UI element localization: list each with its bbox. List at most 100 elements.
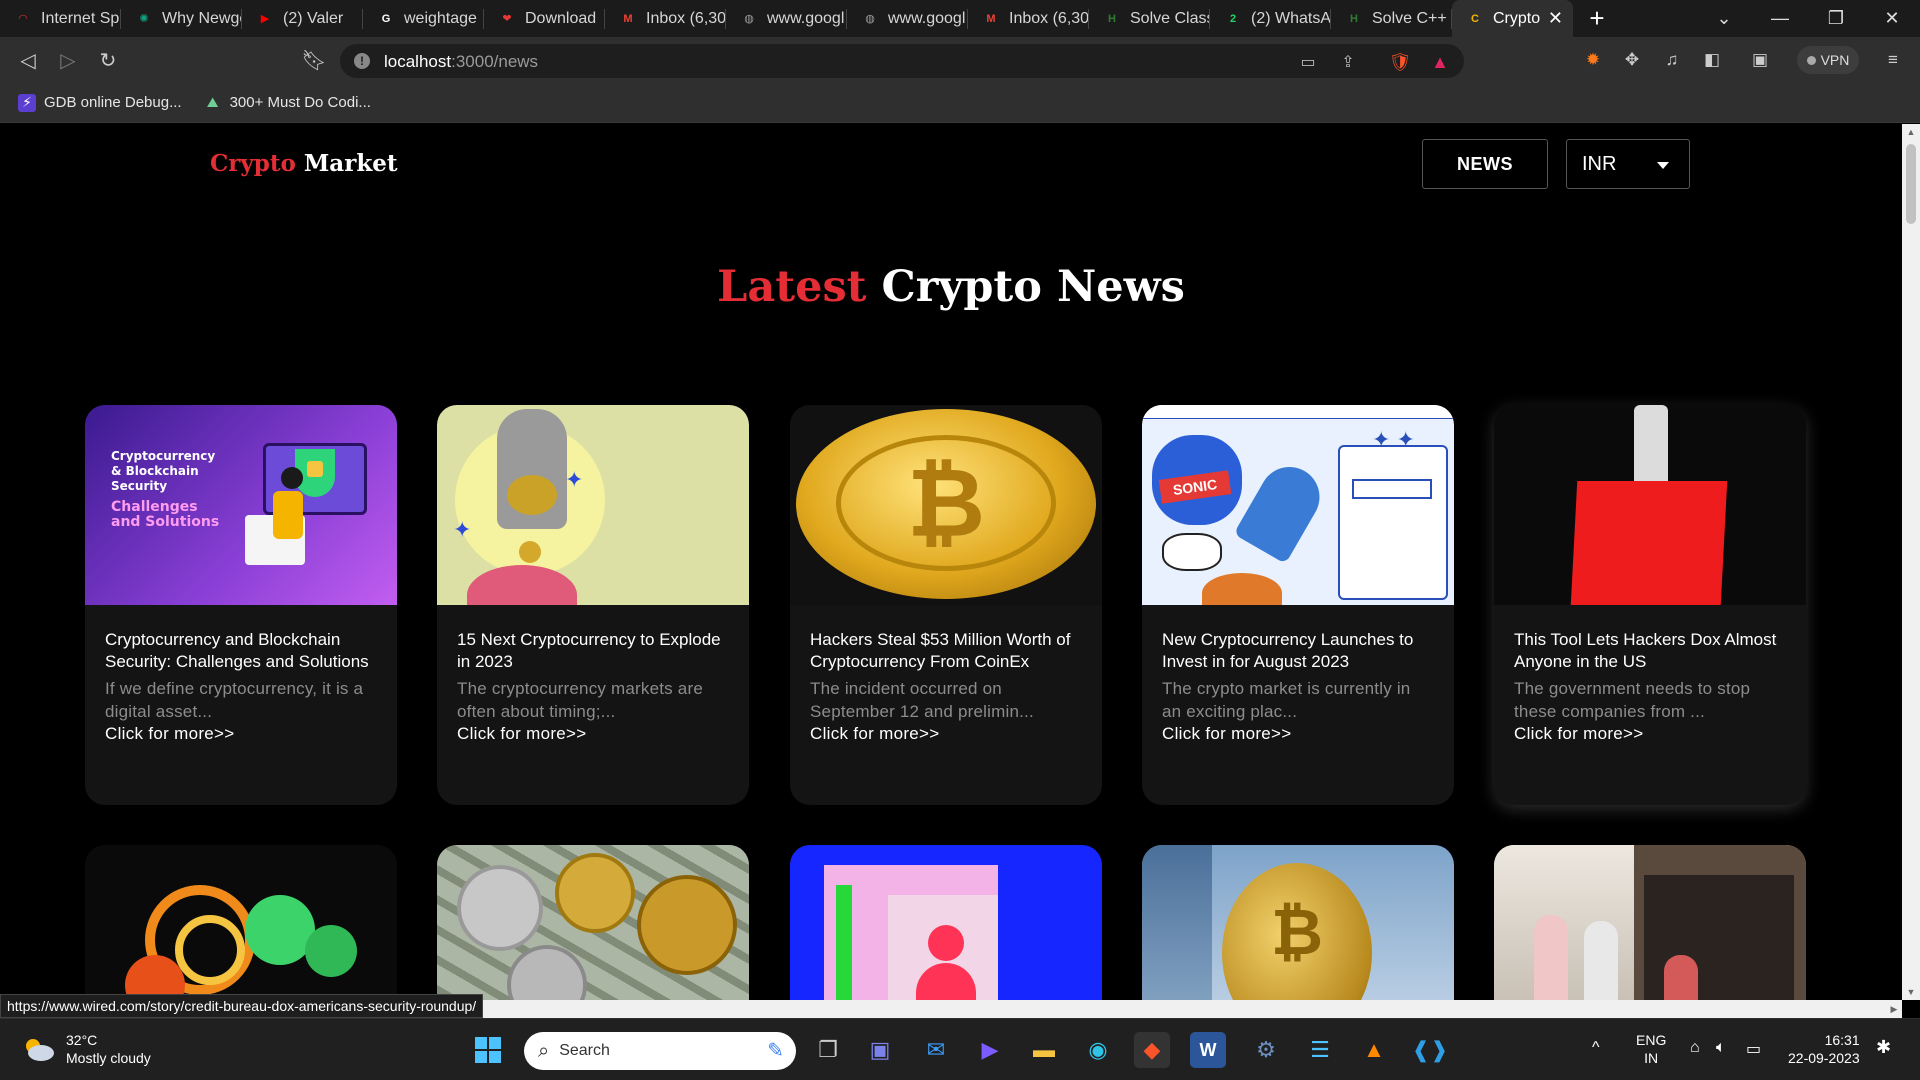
tab-2[interactable]: ▶ (2) Valer [242,0,363,37]
tab-9[interactable]: H Solve Class [1089,0,1210,37]
news-card[interactable]: ₿ [1142,845,1454,1000]
site-logo[interactable]: Crypto Market [210,150,398,177]
tab-search-icon[interactable]: ⌄ [1696,0,1752,37]
notepad-icon[interactable]: ☰ [1302,1032,1338,1068]
click-for-more-link[interactable]: Click for more>> [105,723,377,745]
scroll-down-icon[interactable]: ▼ [1902,984,1920,1000]
tab-8[interactable]: M Inbox (6,30 [968,0,1089,37]
news-button[interactable]: NEWS [1422,139,1548,189]
news-card-description: If we define cryptocurrency, it is a dig… [105,679,364,721]
minimize-icon[interactable]: — [1752,0,1808,37]
language-indicator[interactable]: ENG IN [1636,1031,1666,1067]
site-info-icon[interactable]: ! [354,53,370,69]
news-card[interactable] [85,845,397,1000]
vpn-button[interactable]: VPN [1797,46,1859,74]
click-for-more-link[interactable]: Click for more>> [810,723,1082,745]
forward-icon[interactable]: ▷ [54,46,82,74]
tab-7[interactable]: ◍ www.googl [847,0,968,37]
vscode-icon[interactable]: ❰❱ [1412,1032,1449,1068]
notification-icon[interactable]: ✱ [1876,1037,1891,1058]
scroll-up-icon[interactable]: ▲ [1902,124,1920,140]
news-card-title: This Tool Lets Hackers Dox Almost Anyone… [1514,630,1777,671]
bookmark-icon[interactable]: 🔖︎ [300,46,328,74]
news-card-image[interactable]: ✦ ✦ [437,405,749,605]
address-bar[interactable]: ! localhost:3000/news ▭ ⇪ 🛡︎ ▲ [340,44,1464,78]
word-icon[interactable]: W [1190,1032,1226,1068]
cast-icon[interactable]: ▭ [1298,52,1318,72]
news-card[interactable] [437,845,749,1000]
tab-6[interactable]: ◍ www.googl [726,0,847,37]
news-card[interactable]: Cryptocurrency & Blockchain Security Challe… [85,405,397,805]
tab-3[interactable]: Gweightage [363,0,484,37]
restore-icon[interactable]: ❐ [1808,0,1864,37]
file-explorer-icon[interactable]: ▬ [1026,1032,1062,1068]
share-icon[interactable]: ⇪ [1338,52,1358,72]
tab-0[interactable]: ◠ Internet Sp [0,0,121,37]
start-icon[interactable] [470,1032,506,1068]
vpn-label: VPN [1820,52,1850,68]
task-view-icon[interactable]: ❐ [810,1032,846,1068]
volume-icon[interactable]: 🔈︎ [1716,1039,1726,1057]
news-card-image[interactable] [790,845,1102,1000]
new-tab-button[interactable]: + [1573,0,1621,37]
chevron-up-icon[interactable]: ^ [1592,1039,1600,1057]
battery-icon[interactable]: ▭ [1746,1039,1761,1059]
click-for-more-link[interactable]: Click for more>> [1514,723,1786,745]
edge-icon[interactable]: ◉ [1080,1032,1116,1068]
news-card-image[interactable]: ₿ [790,405,1102,605]
news-card-image[interactable] [1494,405,1806,605]
network-icon[interactable]: ⌂ [1690,1039,1700,1057]
clock[interactable]: 16:31 22-09-2023 [1788,1031,1860,1067]
vertical-scrollbar[interactable]: ▲ ▼ [1902,124,1920,1000]
taskbar-search[interactable]: ⌕ Search ✎ [524,1032,796,1070]
brave-shields-icon[interactable]: 🛡︎ [1389,52,1412,72]
tab-12[interactable]: C Crypto ✕ [1452,0,1573,37]
news-card[interactable]: ₿ Hackers Steal $53 Million Worth of Cryp… [790,405,1102,805]
bookmark-label: 300+ Must Do Codi... [229,94,371,111]
weather-widget[interactable]: 32°C Mostly cloudy [22,1031,151,1067]
extension-fox-icon[interactable]: ✹ [1582,49,1604,71]
teams-icon[interactable]: ▣ [862,1032,898,1068]
settings-icon[interactable]: ⚙ [1248,1032,1284,1068]
news-card[interactable]: This Tool Lets Hackers Dox Almost Anyone… [1494,405,1806,805]
news-card[interactable] [1494,845,1806,1000]
sidebar-icon[interactable]: ◧ [1701,49,1723,71]
news-card-image[interactable]: Cryptocurrency & Blockchain Security Challe… [85,405,397,605]
window-close-icon[interactable]: ✕ [1864,0,1920,37]
news-card[interactable]: SONIC ✦ ✦ New Cryptocurrency Launches to I… [1142,405,1454,805]
bookmark-gdb[interactable]: ⚡ GDB online Debug... [18,93,182,112]
news-card-body: This Tool Lets Hackers Dox Almost Anyone… [1494,605,1806,765]
wallet-icon[interactable]: ▣ [1749,49,1771,71]
news-card-image[interactable]: SONIC ✦ ✦ [1142,405,1454,605]
news-card-image[interactable] [85,845,397,1000]
media-player-icon[interactable]: ▶ [972,1032,1008,1068]
brave-rewards-icon[interactable]: ▲ [1430,52,1450,72]
brave-icon[interactable]: ◆ [1134,1032,1170,1068]
scroll-right-icon[interactable]: ▶ [1886,1000,1902,1018]
tab-close-icon[interactable]: ✕ [1548,8,1563,29]
back-icon[interactable]: ◁ [14,46,42,74]
extensions-icon[interactable]: ✥ [1621,49,1643,71]
media-icon[interactable]: ♫ [1661,49,1683,71]
tab-11[interactable]: H Solve C++ [1331,0,1452,37]
scrollbar-thumb[interactable] [1906,144,1916,224]
tab-favicon-icon: 2 [1229,12,1237,25]
news-card[interactable]: ✦ ✦ 15 Next Cryptocurrency to Explode in 2… [437,405,749,805]
news-card-image[interactable]: ₿ [1142,845,1454,1000]
tab-1[interactable]: ✺ Why Newge [121,0,242,37]
click-for-more-link[interactable]: Click for more>> [1162,723,1434,745]
mail-icon[interactable]: ✉ [918,1032,954,1068]
click-for-more-link[interactable]: Click for more>> [457,723,729,745]
news-card-image[interactable] [437,845,749,1000]
vlc-icon[interactable]: ▲ [1356,1032,1392,1068]
reload-icon[interactable]: ↻ [94,46,122,74]
tab-4[interactable]: ❤ Download [484,0,605,37]
address-url[interactable]: localhost:3000/news [384,52,538,72]
currency-select[interactable]: INR [1566,139,1690,189]
tab-10[interactable]: 2 (2) WhatsA [1210,0,1331,37]
bookmark-must-do[interactable]: ⛰ 300+ Must Do Codi... [204,94,371,112]
news-card-image[interactable] [1494,845,1806,1000]
tab-5[interactable]: M Inbox (6,30 [605,0,726,37]
news-card[interactable] [790,845,1102,1000]
menu-icon[interactable]: ≡ [1882,49,1904,71]
